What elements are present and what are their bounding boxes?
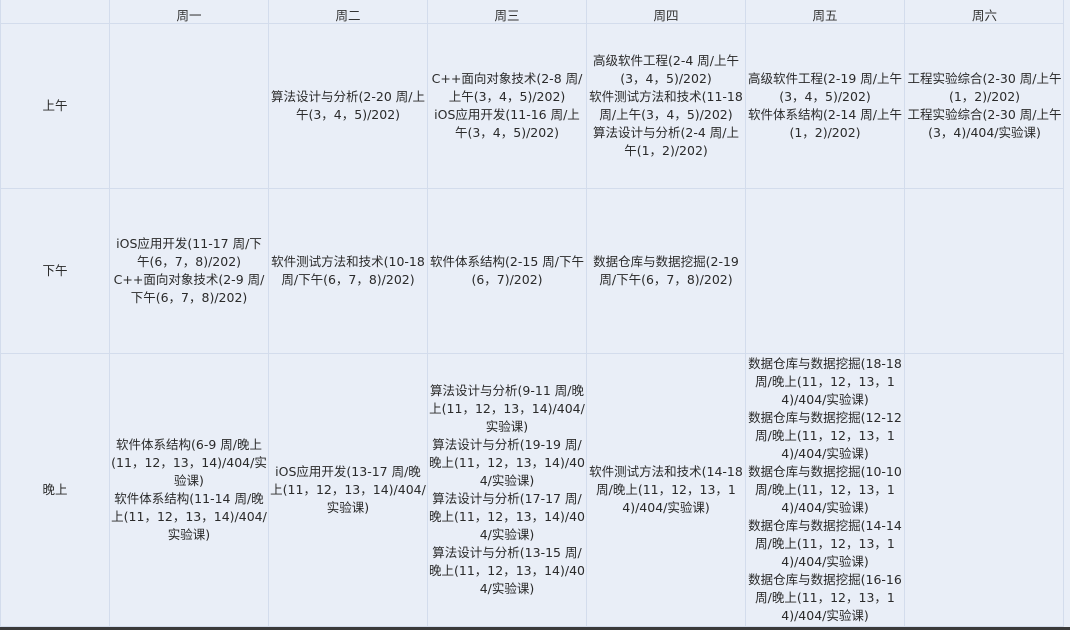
- course-entry: C++面向对象技术(2-9 周/下午(6，7，8)/202): [113, 272, 265, 305]
- scrollbar-track[interactable]: [1063, 0, 1070, 630]
- course-entry: 数据仓库与数据挖掘(18-18 周/晚上(11，12，13，14)/404/实验…: [748, 356, 902, 407]
- course-entry: 软件测试方法和技术(14-18 周/晚上(11，12，13，14)/404/实验…: [589, 464, 743, 515]
- schedule-screen: 周一 周二 周三 周四 周五 周六 上午 算法设计与分析(2-20 周/上午(3…: [0, 0, 1070, 630]
- day-header-label: 周二: [335, 9, 361, 23]
- day-header-row: 周一 周二 周三 周四 周五 周六: [0, 0, 1065, 24]
- course-entry: 高级软件工程(2-4 周/上午(3，4，5)/202): [593, 53, 739, 86]
- course-entry: 软件体系结构(2-15 周/下午(6，7)/202): [430, 254, 584, 287]
- course-entry: 软件体系结构(6-9 周/晚上(11，12，13，14)/404/实验课): [111, 437, 267, 488]
- course-entry: 工程实验综合(2-30 周/上午(3，4)/404/实验课): [907, 107, 1062, 140]
- day-header-sat: 周六: [904, 0, 1065, 24]
- schedule-cell[interactable]: [904, 353, 1065, 627]
- schedule-cell[interactable]: [109, 23, 269, 189]
- day-header-label: 周五: [812, 9, 838, 23]
- class-schedule-table: 周一 周二 周三 周四 周五 周六 上午 算法设计与分析(2-20 周/上午(3…: [0, 0, 1065, 627]
- day-header-label: 周一: [176, 9, 202, 23]
- header-corner: [0, 0, 110, 24]
- schedule-cell[interactable]: 软件体系结构(2-15 周/下午(6，7)/202): [427, 188, 587, 354]
- course-entry: iOS应用开发(11-16 周/上午(3，4，5)/202): [434, 107, 580, 140]
- schedule-cell[interactable]: iOS应用开发(13-17 周/晚上(11，12，13，14)/404/实验课): [268, 353, 428, 627]
- schedule-cell[interactable]: 软件测试方法和技术(14-18 周/晚上(11，12，13，14)/404/实验…: [586, 353, 746, 627]
- course-entry: 数据仓库与数据挖掘(10-10 周/晚上(11，12，13，14)/404/实验…: [748, 464, 902, 515]
- course-entry: 算法设计与分析(2-20 周/上午(3，4，5)/202): [271, 89, 425, 122]
- period-row-afternoon: 下午 iOS应用开发(11-17 周/下午(6，7，8)/202) C++面向对象…: [0, 188, 1065, 354]
- course-entry: 数据仓库与数据挖掘(12-12 周/晚上(11，12，13，14)/404/实验…: [748, 410, 902, 461]
- course-entry: 算法设计与分析(13-15 周/晚上(11，12，13，14)/404/实验课): [429, 545, 585, 596]
- schedule-cell[interactable]: 高级软件工程(2-4 周/上午(3，4，5)/202) 软件测试方法和技术(11-…: [586, 23, 746, 189]
- day-header-mon: 周一: [109, 0, 269, 24]
- course-entry: 工程实验综合(2-30 周/上午(1，2)/202): [907, 71, 1062, 104]
- period-row-evening: 晚上 软件体系结构(6-9 周/晚上(11，12，13，14)/404/实验课)…: [0, 353, 1065, 627]
- course-entry: iOS应用开发(11-17 周/下午(6，7，8)/202): [116, 236, 262, 269]
- day-header-wed: 周三: [427, 0, 587, 24]
- schedule-cell[interactable]: 工程实验综合(2-30 周/上午(1，2)/202) 工程实验综合(2-30 周/…: [904, 23, 1065, 189]
- course-entry: 算法设计与分析(17-17 周/晚上(11，12，13，14)/404/实验课): [429, 491, 585, 542]
- course-entry: C++面向对象技术(2-8 周/上午(3，4，5)/202): [431, 71, 583, 104]
- course-entry: iOS应用开发(13-17 周/晚上(11，12，13，14)/404/实验课): [270, 464, 426, 515]
- schedule-cell[interactable]: 数据仓库与数据挖掘(18-18 周/晚上(11，12，13，14)/404/实验…: [745, 353, 905, 627]
- period-label: 上午: [0, 23, 110, 189]
- schedule-cell[interactable]: 算法设计与分析(9-11 周/晚上(11，12，13，14)/404/实验课) 算…: [427, 353, 587, 627]
- course-entry: 算法设计与分析(19-19 周/晚上(11，12，13，14)/404/实验课): [429, 437, 585, 488]
- day-header-label: 周六: [971, 9, 997, 23]
- schedule-cell[interactable]: C++面向对象技术(2-8 周/上午(3，4，5)/202) iOS应用开发(11…: [427, 23, 587, 189]
- period-label: 晚上: [0, 353, 110, 627]
- day-header-tue: 周二: [268, 0, 428, 24]
- course-entry: 软件测试方法和技术(10-18 周/下午(6，7，8)/202): [271, 254, 425, 287]
- period-label: 下午: [0, 188, 110, 354]
- course-entry: 软件测试方法和技术(11-18 周/上午(3，4，5)/202): [589, 89, 743, 122]
- course-entry: 数据仓库与数据挖掘(14-14 周/晚上(11，12，13，14)/404/实验…: [748, 518, 902, 569]
- day-header-thu: 周四: [586, 0, 746, 24]
- period-row-morning: 上午 算法设计与分析(2-20 周/上午(3，4，5)/202) C++面向对象…: [0, 23, 1065, 189]
- course-entry: 算法设计与分析(9-11 周/晚上(11，12，13，14)/404/实验课): [429, 383, 585, 434]
- schedule-cell[interactable]: 软件测试方法和技术(10-18 周/下午(6，7，8)/202): [268, 188, 428, 354]
- schedule-cell[interactable]: 软件体系结构(6-9 周/晚上(11，12，13，14)/404/实验课) 软件体…: [109, 353, 269, 627]
- schedule-cell[interactable]: 高级软件工程(2-19 周/上午(3，4，5)/202) 软件体系结构(2-14 …: [745, 23, 905, 189]
- day-header-fri: 周五: [745, 0, 905, 24]
- schedule-cell[interactable]: iOS应用开发(11-17 周/下午(6，7，8)/202) C++面向对象技术(…: [109, 188, 269, 354]
- day-header-label: 周三: [494, 9, 520, 23]
- schedule-cell[interactable]: 算法设计与分析(2-20 周/上午(3，4，5)/202): [268, 23, 428, 189]
- course-entry: 软件体系结构(2-14 周/上午(1，2)/202): [748, 107, 902, 140]
- course-entry: 算法设计与分析(2-4 周/上午(1，2)/202): [593, 125, 739, 158]
- course-entry: 数据仓库与数据挖掘(2-19 周/下午(6，7，8)/202): [593, 254, 739, 287]
- course-entry: 高级软件工程(2-19 周/上午(3，4，5)/202): [748, 71, 902, 104]
- schedule-cell[interactable]: [745, 188, 905, 354]
- day-header-label: 周四: [653, 9, 679, 23]
- course-entry: 软件体系结构(11-14 周/晚上(11，12，13，14)/404/实验课): [111, 491, 267, 542]
- course-entry: 数据仓库与数据挖掘(16-16 周/晚上(11，12，13，14)/404/实验…: [748, 572, 902, 623]
- schedule-cell[interactable]: [904, 188, 1065, 354]
- schedule-cell[interactable]: 数据仓库与数据挖掘(2-19 周/下午(6，7，8)/202): [586, 188, 746, 354]
